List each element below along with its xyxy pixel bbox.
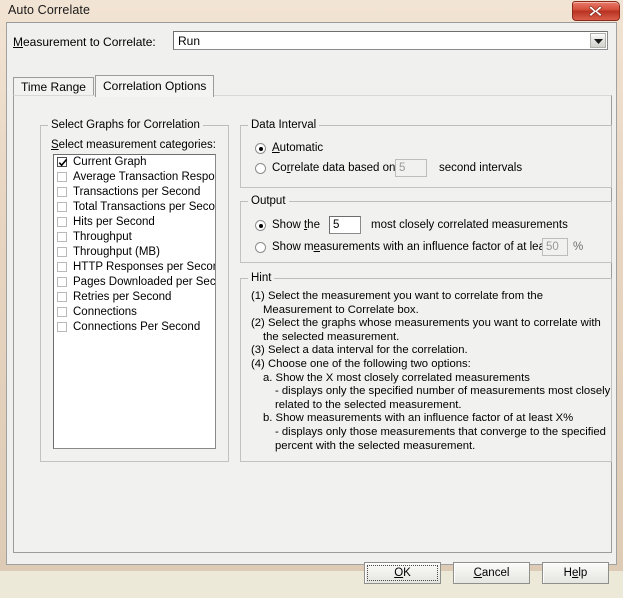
list-item-label: Total Transactions per Second xyxy=(73,201,216,213)
close-button[interactable] xyxy=(572,1,620,21)
checkbox-icon[interactable] xyxy=(57,202,67,212)
influence-factor-input[interactable]: 50 xyxy=(542,238,568,256)
list-item-label: Connections Per Second xyxy=(73,321,201,333)
checkbox-icon[interactable] xyxy=(57,232,67,242)
list-item[interactable]: Hits per Second xyxy=(54,215,215,230)
hint-group-title: Hint xyxy=(248,272,275,284)
hint-text: (1) Select the measurement you want to c… xyxy=(251,290,611,453)
hint-line: (4) Choose one of the following two opti… xyxy=(251,357,471,370)
checkbox-icon[interactable] xyxy=(57,217,67,227)
radio-show-count-label: Show the xyxy=(272,219,320,231)
influence-factor-suffix: % xyxy=(573,241,584,253)
measurement-categories-label: Select measurement categories: xyxy=(51,139,216,151)
list-item-label: Pages Downloaded per Second xyxy=(73,276,216,288)
measurement-categories-listbox[interactable]: Current Graph Average Transaction Respons… xyxy=(53,154,216,449)
interval-seconds-suffix: second intervals xyxy=(439,162,523,174)
checkbox-icon[interactable] xyxy=(57,322,67,332)
list-item-label: Hits per Second xyxy=(73,216,155,228)
tab-time-range[interactable]: Time Range xyxy=(13,77,94,96)
hint-line: (1) Select the measurement you want to c… xyxy=(251,290,543,302)
checkbox-icon[interactable] xyxy=(57,247,67,257)
radio-show-influence-indicator xyxy=(255,242,266,253)
checkbox-icon[interactable] xyxy=(57,262,67,272)
hint-line: (2) Select the graphs whose measurements… xyxy=(251,317,601,330)
radio-show-count-indicator xyxy=(255,220,266,231)
hint-line: (3) Select a data interval for the corre… xyxy=(251,344,468,357)
checkbox-checked-icon[interactable] xyxy=(57,157,68,167)
measurement-to-correlate-value: Run xyxy=(178,34,201,48)
list-item[interactable]: Throughput (MB) xyxy=(54,245,215,260)
list-item-label: HTTP Responses per Second xyxy=(73,261,216,273)
data-interval-group-title: Data Interval xyxy=(248,119,320,131)
dialog-button-bar: OK Cancel Help xyxy=(7,556,618,598)
list-item[interactable]: Connections Per Second xyxy=(54,320,215,335)
list-item-label: Retries per Second xyxy=(73,291,172,303)
auto-correlate-window: Auto Correlate Measurement to Correlate:… xyxy=(0,0,623,584)
checkbox-icon[interactable] xyxy=(57,277,67,287)
chevron-down-icon[interactable] xyxy=(590,33,606,48)
radio-automatic-indicator xyxy=(255,143,266,154)
title-bar: Auto Correlate xyxy=(0,0,623,22)
tab-strip: Time Range Correlation Options xyxy=(13,75,612,97)
list-item-label: Throughput (MB) xyxy=(73,246,160,258)
list-item[interactable]: Transactions per Second xyxy=(54,185,215,200)
list-item[interactable]: HTTP Responses per Second xyxy=(54,260,215,275)
list-item[interactable]: Pages Downloaded per Second xyxy=(54,275,215,290)
checkbox-icon[interactable] xyxy=(57,187,67,197)
list-item-label: Transactions per Second xyxy=(73,186,201,198)
radio-automatic-label: Automatic xyxy=(272,142,324,154)
radio-correlate-based-on-label: Correlate data based on xyxy=(272,162,396,174)
list-item-label: Current Graph xyxy=(73,156,147,168)
show-count-input[interactable]: 5 xyxy=(329,216,361,234)
hint-line: - displays only the specified number of … xyxy=(275,385,611,398)
measurement-to-correlate-label: Measurement to Correlate: xyxy=(13,35,156,49)
list-item[interactable]: Current Graph xyxy=(54,155,215,170)
interval-seconds-input[interactable]: 5 xyxy=(395,159,427,177)
select-graphs-group-title: Select Graphs for Correlation xyxy=(48,119,203,131)
checkbox-icon[interactable] xyxy=(57,172,67,182)
hint-line: percent with the selected measurement. xyxy=(275,439,476,452)
data-interval-group: Data Interval xyxy=(240,119,612,188)
help-button[interactable]: Help xyxy=(542,562,609,584)
hint-line: the selected measurement. xyxy=(263,330,400,343)
cancel-button[interactable]: Cancel xyxy=(453,562,530,584)
checkbox-icon[interactable] xyxy=(57,292,67,302)
checkbox-icon[interactable] xyxy=(57,307,67,317)
show-count-suffix: most closely correlated measurements xyxy=(371,219,568,231)
radio-show-influence-label: Show measurements with an influence fact… xyxy=(272,241,554,253)
list-item-label: Average Transaction Response Time xyxy=(73,171,215,183)
hint-line: a. Show the X most closely correlated me… xyxy=(263,371,530,384)
list-item[interactable]: Retries per Second xyxy=(54,290,215,305)
measurement-to-correlate-combobox[interactable]: Run xyxy=(173,31,608,50)
hint-line: related to the selected measurement. xyxy=(275,398,462,411)
list-item[interactable]: Total Transactions per Second xyxy=(54,200,215,215)
list-item[interactable]: Throughput xyxy=(54,230,215,245)
output-group-title: Output xyxy=(248,195,289,207)
radio-correlate-based-on-indicator xyxy=(255,163,266,174)
list-item-label: Throughput xyxy=(73,231,132,243)
window-title: Auto Correlate xyxy=(8,3,90,17)
list-item[interactable]: Connections xyxy=(54,305,215,320)
hint-line: Measurement to Correlate box. xyxy=(263,303,419,316)
list-item[interactable]: Average Transaction Response Time xyxy=(54,170,215,185)
ok-button[interactable]: OK xyxy=(364,562,441,584)
list-item-label: Connections xyxy=(73,306,137,318)
tab-correlation-options[interactable]: Correlation Options xyxy=(95,75,215,97)
hint-line: - displays only those measurements that … xyxy=(275,425,606,438)
hint-line: b. Show measurements with an influence f… xyxy=(263,412,574,425)
dialog-client-area: Measurement to Correlate: Run Time Range… xyxy=(6,22,617,584)
